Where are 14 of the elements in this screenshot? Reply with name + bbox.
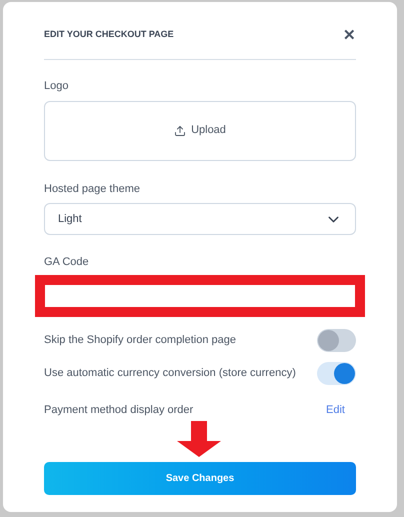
toggle-switch[interactable] — [317, 328, 356, 352]
toggle-switch[interactable] — [317, 362, 356, 384]
field-label: GA Code — [44, 255, 90, 270]
edit-link[interactable]: Edit — [326, 402, 345, 418]
close-button[interactable]: ✕ — [343, 28, 356, 42]
toggle-label: Skip the Shopify order completion page — [44, 332, 236, 348]
dialog-title: EDIT YOUR CHECKOUT PAGE — [44, 28, 174, 42]
field-label: Hosted page theme — [44, 182, 142, 196]
upload-icon — [174, 124, 186, 136]
row-label: Payment method display order — [44, 402, 194, 418]
toggle-label: Use automatic currency conversion (store currency) — [44, 366, 296, 381]
theme-select[interactable]: Light — [44, 203, 356, 235]
upload-button[interactable]: Upload — [44, 100, 356, 160]
field-label: Logo — [44, 79, 70, 94]
